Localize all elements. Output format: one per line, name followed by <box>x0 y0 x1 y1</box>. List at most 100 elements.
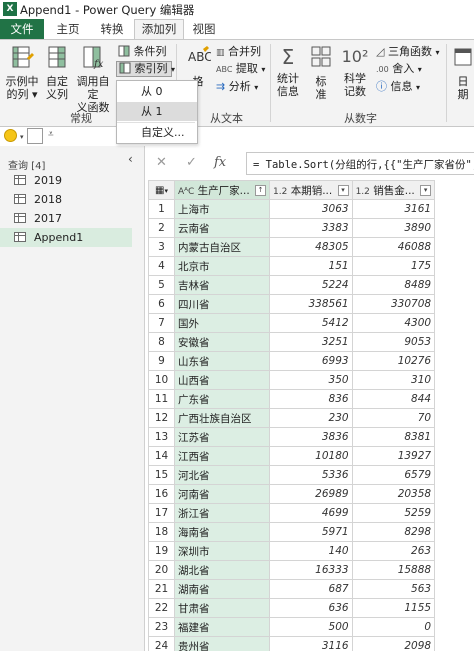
table-row[interactable]: 14 江西省 10180 13927 <box>148 446 436 466</box>
table-cell[interactable]: 844 <box>351 389 436 409</box>
query-item-2017[interactable]: 2017 <box>0 209 132 228</box>
table-row[interactable]: 9 山东省 6993 10276 <box>148 351 436 371</box>
table-cell[interactable]: 15888 <box>351 560 436 580</box>
table-cell[interactable]: 2098 <box>351 636 436 651</box>
formula-input[interactable]: = Table.Sort(分组的行,{{"生产厂家省份", Order <box>246 152 474 175</box>
custom-column-button[interactable]: 自定 义列 <box>42 44 72 101</box>
table-cell[interactable]: 深圳市 <box>173 541 271 561</box>
table-corner-menu[interactable]: ▦▾ <box>148 180 175 200</box>
table-cell[interactable]: 山西省 <box>173 370 271 390</box>
table-cell[interactable]: 3063 <box>269 199 353 219</box>
table-row[interactable]: 3 内蒙古自治区 48305 46088 <box>148 237 436 257</box>
table-cell[interactable]: 广西壮族自治区 <box>173 408 271 428</box>
table-cell[interactable]: 湖北省 <box>173 560 271 580</box>
table-row[interactable]: 18 海南省 5971 8298 <box>148 522 436 542</box>
column-header[interactable]: 1.2 销售金... ▾ <box>351 180 436 200</box>
table-cell[interactable]: 20358 <box>351 484 436 504</box>
table-cell[interactable]: 湖南省 <box>173 579 271 599</box>
rounding-button[interactable]: .00 舍入 ▾ <box>376 62 422 77</box>
table-cell[interactable]: 山东省 <box>173 351 271 371</box>
table-cell[interactable]: 8381 <box>351 427 436 447</box>
table-row[interactable]: 22 甘肃省 636 1155 <box>148 598 436 618</box>
table-cell[interactable]: 636 <box>269 598 353 618</box>
table-cell[interactable]: 3836 <box>269 427 353 447</box>
qa-blank-box[interactable] <box>27 128 43 144</box>
filter-dropdown-icon[interactable]: ▾ <box>420 185 432 196</box>
table-row[interactable]: 2 云南省 3383 3890 <box>148 218 436 238</box>
table-cell[interactable]: 3161 <box>351 199 436 219</box>
standard-button[interactable]: 标 准 <box>306 44 336 101</box>
column-type-icon[interactable]: AᴬC <box>178 187 194 197</box>
table-cell[interactable]: 北京市 <box>173 256 271 276</box>
table-cell[interactable]: 江苏省 <box>173 427 271 447</box>
table-cell[interactable]: 3383 <box>269 218 353 238</box>
customize-qa-icon[interactable]: ⩡ <box>48 129 54 140</box>
table-cell[interactable]: 0 <box>351 617 436 637</box>
table-cell[interactable]: 浙江省 <box>173 503 271 523</box>
sort-filter-icon[interactable]: ↑ <box>255 185 267 196</box>
table-cell[interactable]: 6579 <box>351 465 436 485</box>
trig-button[interactable]: ◿ 三角函数 ▾ <box>376 45 439 60</box>
table-row[interactable]: 5 吉林省 5224 8489 <box>148 275 436 295</box>
table-cell[interactable]: 70 <box>351 408 436 428</box>
table-cell[interactable]: 13927 <box>351 446 436 466</box>
table-cell[interactable]: 836 <box>269 389 353 409</box>
column-header[interactable]: 1.2 本期销... ▾ <box>269 180 353 200</box>
tab-file[interactable]: 文件 <box>0 19 44 39</box>
table-cell[interactable]: 广东省 <box>173 389 271 409</box>
query-item-2018[interactable]: 2018 <box>0 190 132 209</box>
table-cell[interactable]: 330708 <box>351 294 436 314</box>
table-row[interactable]: 16 河南省 26989 20358 <box>148 484 436 504</box>
table-cell[interactable]: 河南省 <box>173 484 271 504</box>
table-cell[interactable]: 151 <box>269 256 353 276</box>
column-type-icon[interactable]: 1.2 <box>356 187 370 197</box>
table-cell[interactable]: 5224 <box>269 275 353 295</box>
table-row[interactable]: 1 上海市 3063 3161 <box>148 199 436 219</box>
table-row[interactable]: 6 四川省 338561 330708 <box>148 294 436 314</box>
table-row[interactable]: 15 河北省 5336 6579 <box>148 465 436 485</box>
table-cell[interactable]: 3251 <box>269 332 353 352</box>
tab-transform[interactable]: 转换 <box>90 19 134 39</box>
query-item-append1[interactable]: Append1 <box>0 228 132 247</box>
table-cell[interactable]: 1155 <box>351 598 436 618</box>
table-cell[interactable]: 16333 <box>269 560 353 580</box>
scientific-button[interactable]: 10² 科学 记数 <box>338 44 372 98</box>
table-cell[interactable]: 贵州省 <box>173 636 271 651</box>
column-header[interactable]: AᴬC 生产厂家... ↑ <box>173 180 271 200</box>
table-cell[interactable]: 8298 <box>351 522 436 542</box>
table-cell[interactable]: 甘肃省 <box>173 598 271 618</box>
table-row[interactable]: 13 江苏省 3836 8381 <box>148 427 436 447</box>
table-cell[interactable]: 687 <box>269 579 353 599</box>
table-cell[interactable]: 48305 <box>269 237 353 257</box>
table-row[interactable]: 11 广东省 836 844 <box>148 389 436 409</box>
table-cell[interactable]: 310 <box>351 370 436 390</box>
table-cell[interactable]: 海南省 <box>173 522 271 542</box>
tab-home[interactable]: 主页 <box>46 19 90 39</box>
tab-view[interactable]: 视图 <box>184 19 224 39</box>
collapse-pane-icon[interactable]: ‹ <box>128 152 133 166</box>
column-from-examples-button[interactable]: 示例中 的列 ▾ <box>2 44 42 101</box>
information-button[interactable]: ⓘ 信息 ▾ <box>376 80 420 95</box>
table-cell[interactable]: 230 <box>269 408 353 428</box>
fx-icon[interactable]: fx <box>214 155 226 170</box>
table-cell[interactable]: 3890 <box>351 218 436 238</box>
table-cell[interactable]: 4699 <box>269 503 353 523</box>
column-type-icon[interactable]: 1.2 <box>273 187 287 197</box>
table-cell[interactable]: 263 <box>351 541 436 561</box>
table-cell[interactable]: 吉林省 <box>173 275 271 295</box>
table-row[interactable]: 17 浙江省 4699 5259 <box>148 503 436 523</box>
date-button[interactable]: 日 期 <box>452 44 474 101</box>
index-from-0-item[interactable]: 从 0 <box>117 82 197 101</box>
chevron-down-icon[interactable]: ▾ <box>20 133 24 141</box>
table-row[interactable]: 12 广西壮族自治区 230 70 <box>148 408 436 428</box>
table-cell[interactable]: 5336 <box>269 465 353 485</box>
table-cell[interactable]: 5412 <box>269 313 353 333</box>
invoke-custom-function-button[interactable]: fx 调用自定 义函数 <box>72 44 114 114</box>
table-row[interactable]: 24 贵州省 3116 2098 <box>148 636 436 651</box>
table-cell[interactable]: 上海市 <box>173 199 271 219</box>
table-cell[interactable]: 江西省 <box>173 446 271 466</box>
table-row[interactable]: 23 福建省 500 0 <box>148 617 436 637</box>
table-cell[interactable]: 26989 <box>269 484 353 504</box>
table-cell[interactable]: 3116 <box>269 636 353 651</box>
conditional-column-button[interactable]: 条件列 <box>118 45 167 59</box>
